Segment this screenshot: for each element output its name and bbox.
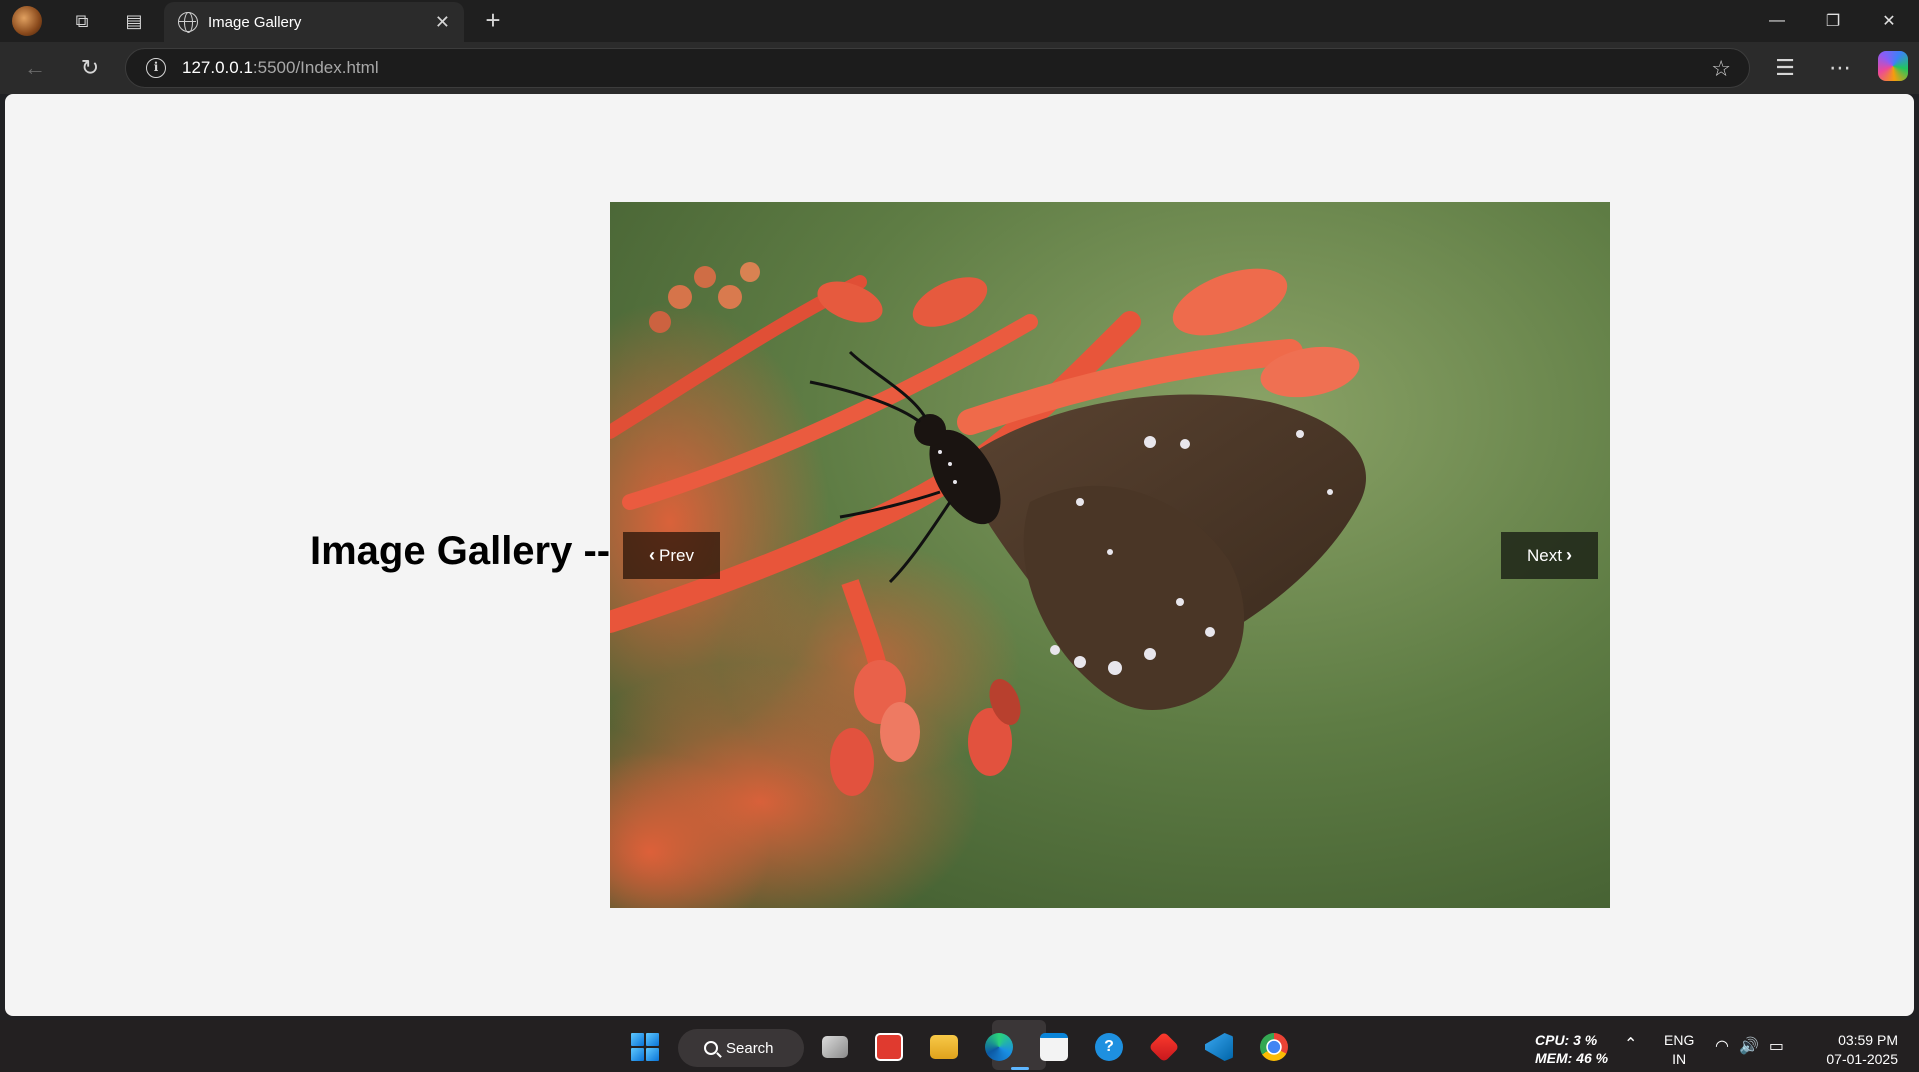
task-view-button[interactable]	[816, 1028, 854, 1066]
chevron-left-icon: ‹	[649, 545, 656, 565]
chrome-icon	[1260, 1033, 1288, 1061]
url-path: :5500/Index.html	[252, 58, 379, 77]
minimize-button[interactable]: —	[1749, 0, 1805, 42]
chrome-button[interactable]	[1255, 1028, 1293, 1066]
back-button[interactable]: ←	[17, 50, 53, 86]
tray-chevron-up-icon[interactable]: ⌃	[1624, 1034, 1637, 1054]
tab-title: Image Gallery	[208, 13, 302, 31]
page-viewport: Image Gallery -- ‹ Prev Next ›	[5, 94, 1914, 1016]
app-red-button[interactable]	[1145, 1028, 1183, 1066]
search-icon	[704, 1041, 718, 1055]
prev-label: Prev	[659, 545, 694, 565]
taskbar: Search ? CPU: 3 % MEM: 46 % ⌃ ENG IN ◠ 🔊…	[0, 1020, 1919, 1072]
new-tab-button[interactable]: +	[478, 6, 508, 36]
cpu-usage: CPU: 3 %	[1535, 1032, 1598, 1048]
battery-icon: ▭	[1768, 1038, 1785, 1055]
file-explorer-button[interactable]	[925, 1028, 963, 1066]
power-app-icon	[875, 1033, 903, 1061]
tab-image-gallery[interactable]: Image Gallery ✕	[164, 2, 464, 42]
address-bar[interactable]: i 127.0.0.1:5500/Index.html ☆	[125, 48, 1750, 88]
edge-button[interactable]	[980, 1028, 1018, 1066]
clock-time: 03:59 PM	[1838, 1032, 1898, 1048]
task-view-icon	[822, 1036, 848, 1058]
close-tab-icon[interactable]: ✕	[435, 12, 450, 33]
help-icon: ?	[1095, 1033, 1123, 1061]
next-label: Next	[1527, 545, 1562, 565]
clock-date: 07-01-2025	[1826, 1051, 1898, 1067]
help-button[interactable]: ?	[1090, 1028, 1128, 1066]
next-button[interactable]: Next ›	[1501, 532, 1598, 579]
gallery-image: ‹ Prev Next ›	[610, 202, 1610, 908]
mem-usage: MEM: 46 %	[1535, 1050, 1609, 1066]
system-performance: CPU: 3 % MEM: 46 %	[1535, 1031, 1608, 1067]
chevron-right-icon: ›	[1565, 545, 1572, 565]
butterfly-image	[610, 202, 1610, 908]
close-window-button[interactable]: ✕	[1861, 0, 1917, 42]
favorite-star-icon[interactable]: ☆	[1711, 56, 1731, 82]
page-heading: Image Gallery --	[310, 529, 611, 573]
language-indicator[interactable]: ENG IN	[1664, 1031, 1694, 1069]
profile-avatar[interactable]	[12, 6, 42, 36]
taskbar-search[interactable]: Search	[678, 1029, 804, 1067]
vscode-button[interactable]	[1200, 1028, 1238, 1066]
folder-icon	[930, 1035, 958, 1059]
start-button[interactable]	[626, 1028, 664, 1066]
edge-icon	[985, 1033, 1013, 1061]
site-info-icon[interactable]: i	[146, 58, 166, 78]
prev-button[interactable]: ‹ Prev	[623, 532, 720, 579]
language-code: ENG	[1664, 1032, 1695, 1048]
globe-icon	[178, 12, 198, 33]
vscode-icon	[1205, 1033, 1233, 1061]
store-icon	[1040, 1033, 1068, 1061]
app-power-button[interactable]	[870, 1028, 908, 1066]
diamond-app-icon	[1148, 1031, 1180, 1063]
volume-icon: 🔊	[1738, 1038, 1759, 1055]
favorites-icon[interactable]: ☰	[1767, 50, 1803, 86]
url-host: 127.0.0.1	[182, 58, 253, 77]
wifi-icon: ◠	[1715, 1038, 1729, 1055]
reload-button[interactable]: ↻	[72, 50, 108, 86]
windows-icon	[631, 1033, 659, 1061]
taskbar-search-label: Search	[726, 1039, 774, 1057]
more-options-icon[interactable]: ⋯	[1822, 50, 1858, 86]
language-region: IN	[1672, 1051, 1687, 1067]
vertical-tabs-icon[interactable]: ▤	[116, 3, 152, 39]
active-app-indicator	[1011, 1067, 1029, 1070]
clock[interactable]: 03:59 PM 07-01-2025	[1812, 1031, 1898, 1069]
copilot-icon[interactable]	[1878, 51, 1908, 81]
system-tray[interactable]: ◠ 🔊 ▭	[1715, 1036, 1784, 1056]
navigation-bar: ← ↻ i 127.0.0.1:5500/Index.html ☆ ☰ ⋯	[0, 42, 1919, 94]
workspaces-icon[interactable]: ⧉	[64, 3, 100, 39]
restore-button[interactable]: ❐	[1805, 0, 1861, 42]
store-button[interactable]	[1035, 1028, 1073, 1066]
